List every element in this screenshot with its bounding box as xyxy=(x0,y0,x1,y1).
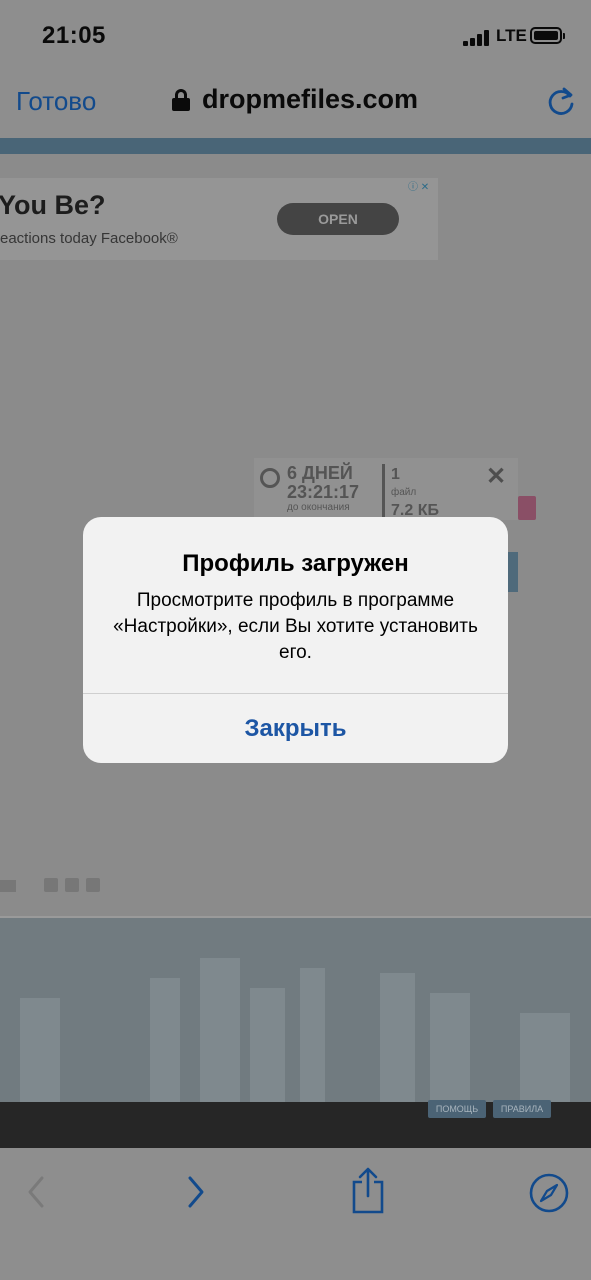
ad-open-button[interactable]: OPEN xyxy=(277,203,399,235)
widget-file-label: файл xyxy=(391,487,417,498)
ad-subtitle: eactions today Facebook® xyxy=(0,230,178,247)
site-header-stripe xyxy=(0,138,591,154)
social-badge xyxy=(0,880,16,892)
battery-icon xyxy=(530,27,565,44)
network-type: LTE xyxy=(496,26,527,45)
rules-link[interactable]: ПРАВИЛА xyxy=(493,1100,551,1118)
widget-time: 23:21:17 xyxy=(287,482,360,502)
side-panel-edge xyxy=(508,552,518,592)
facebook-icon[interactable] xyxy=(44,878,58,892)
widget-divider xyxy=(382,464,385,518)
browser-toolbar xyxy=(0,1148,591,1280)
clock-icon xyxy=(260,468,280,488)
cellular-signal-icon xyxy=(463,30,493,46)
close-button[interactable]: Закрыть xyxy=(83,694,508,763)
widget-file-count: 1 xyxy=(391,466,400,483)
skyline-graphic xyxy=(20,958,570,1102)
status-bar: 21:05 LTE xyxy=(0,0,591,74)
reload-icon[interactable] xyxy=(544,84,578,118)
address-bar[interactable]: dropmefiles.com xyxy=(172,84,418,115)
status-time: 21:05 xyxy=(42,22,106,49)
done-button[interactable]: Готово xyxy=(16,86,96,117)
vk-icon[interactable] xyxy=(65,878,79,892)
city-skyline-illustration xyxy=(0,916,591,1102)
browser-nav-bar: Готово dropmefiles.com xyxy=(0,74,591,138)
social-links xyxy=(44,878,100,892)
ad-banner[interactable]: ⓘ ✕ You Be? eactions today Facebook® OPE… xyxy=(0,178,438,260)
alert-title: Профиль загружен xyxy=(182,550,409,577)
forward-icon[interactable] xyxy=(184,1172,208,1212)
share-icon[interactable] xyxy=(350,1166,386,1216)
close-icon[interactable]: ✕ xyxy=(486,462,506,491)
ad-choices-icon[interactable]: ⓘ ✕ xyxy=(408,178,438,193)
file-info-widget: 6 ДНЕЙ 23:21:17 до окончания 1 файл 7.2 … xyxy=(254,458,518,520)
profile-downloaded-alert: Профиль загружен Просмотрите профиль в п… xyxy=(83,517,508,763)
url-text: dropmefiles.com xyxy=(202,84,419,114)
help-link[interactable]: ПОМОЩЬ xyxy=(428,1100,486,1118)
lock-icon xyxy=(172,88,190,111)
feedback-icon[interactable] xyxy=(518,496,536,520)
alert-message: Просмотрите профиль в программе «Настрой… xyxy=(113,590,478,663)
safari-compass-icon[interactable] xyxy=(528,1172,570,1214)
widget-caption: до окончания xyxy=(287,502,350,513)
widget-days: 6 ДНЕЙ xyxy=(287,463,353,483)
odnoklassniki-icon[interactable] xyxy=(86,878,100,892)
widget-countdown: 6 ДНЕЙ 23:21:17 xyxy=(287,464,359,502)
widget-file-info: 1 файл 7.2 КБ xyxy=(391,466,439,520)
ad-title: You Be? xyxy=(0,190,106,220)
back-icon[interactable] xyxy=(24,1172,48,1212)
